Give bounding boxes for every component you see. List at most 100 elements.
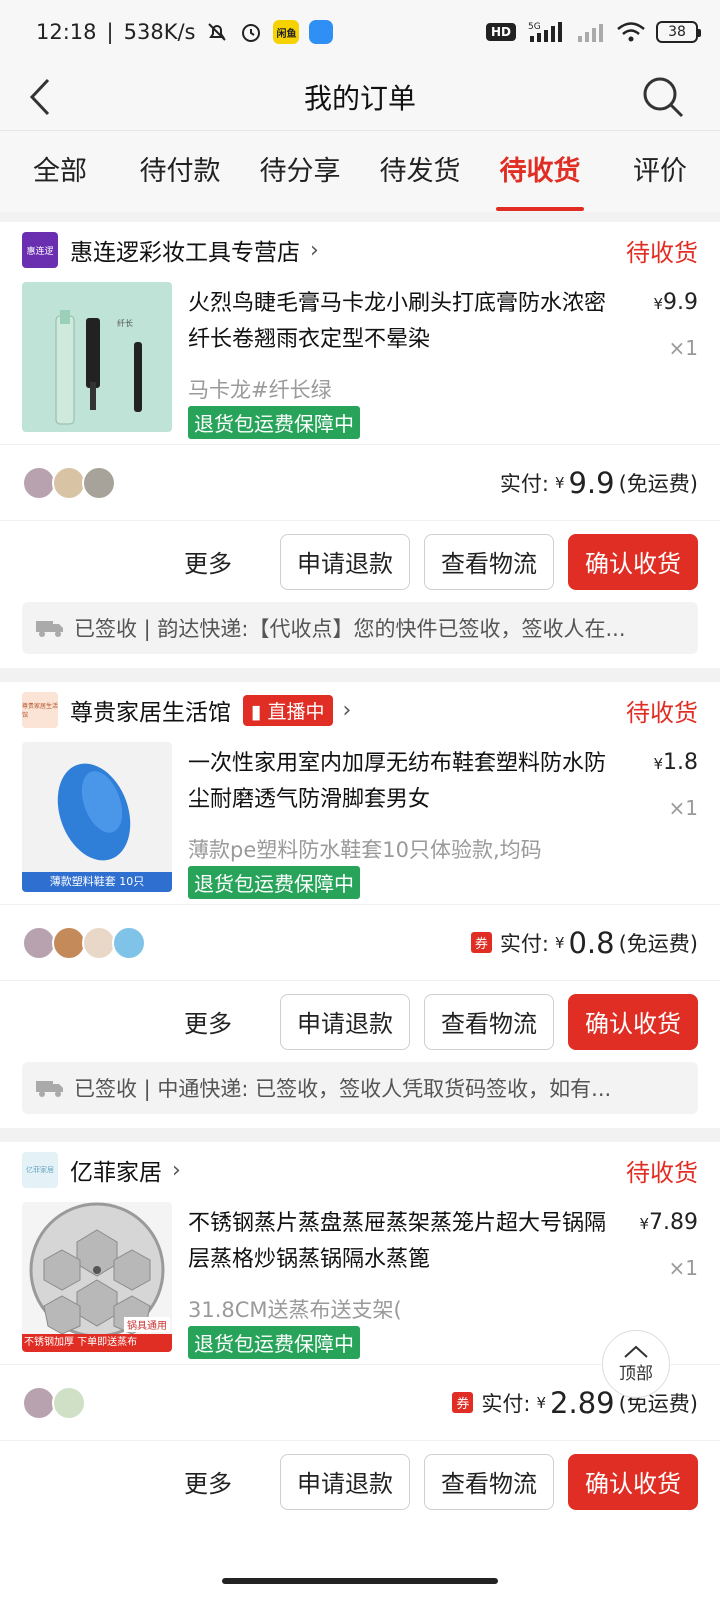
- refund-button[interactable]: 申请退款: [280, 1453, 410, 1510]
- shop-logo: 惠连逻: [22, 232, 58, 268]
- tab-pending-receipt[interactable]: 待收货: [480, 131, 600, 213]
- order-status: 待收货: [626, 1158, 698, 1187]
- product-price: ¥9.9: [653, 290, 698, 315]
- signal-2-icon: [576, 20, 606, 44]
- product-title[interactable]: 火烈鸟睫毛膏马卡龙小刷头打底膏防水浓密纤长卷翘雨衣定型不晕染: [188, 286, 608, 358]
- product-quantity: ×1: [668, 1256, 698, 1280]
- refund-button[interactable]: 申请退款: [280, 533, 410, 590]
- chevron-right-icon: ›: [172, 1157, 181, 1183]
- shop-row[interactable]: 尊贵家居生活馆 尊贵家居生活馆 ▮ 直播中 › 待收货: [0, 682, 720, 738]
- truck-icon: [36, 621, 63, 637]
- order-tabs: 全部 待付款 待分享 待发货 待收货 评价: [0, 130, 720, 212]
- paid-amount: 实付: ¥ 9.9 (免运费): [499, 465, 698, 500]
- group-avatars: [22, 465, 116, 500]
- product-price: ¥1.8: [653, 750, 698, 775]
- product-spec: 薄款pe塑料防水鞋套10只体验款,均码: [188, 838, 542, 862]
- shop-name[interactable]: 尊贵家居生活馆: [70, 693, 231, 727]
- hd-badge: HD: [485, 23, 516, 41]
- tab-pending-share[interactable]: 待分享: [240, 131, 360, 213]
- more-button[interactable]: 更多: [184, 1004, 232, 1039]
- product-price: ¥7.89: [639, 1210, 698, 1235]
- product-image[interactable]: 纤长: [22, 282, 172, 432]
- shop-logo: 尊贵家居生活馆: [22, 692, 58, 728]
- back-to-top-button[interactable]: 顶部: [602, 1330, 670, 1398]
- tab-pending-shipment[interactable]: 待发货: [360, 131, 480, 213]
- order-status: 待收货: [626, 698, 698, 727]
- chevron-right-icon: ›: [342, 697, 352, 723]
- product-row[interactable]: 纤长 火烈鸟睫毛膏马卡龙小刷头打底膏防水浓密纤长卷翘雨衣定型不晕染 ¥9.9 ×…: [0, 278, 720, 444]
- paid-amount: 券 实付: ¥ 0.8 (免运费): [470, 926, 698, 960]
- chevron-right-icon: ›: [310, 237, 319, 263]
- avatar: [22, 1385, 56, 1420]
- order-card: 惠连逻 惠连逻彩妆工具专营店 › 待收货 纤长 火烈鸟睫毛膏马卡龙小刷头打底膏防…: [0, 222, 720, 668]
- app-icon: [309, 20, 334, 44]
- refund-button[interactable]: 申请退款: [280, 993, 410, 1050]
- return-shipping-badge: 退货包运费保障中: [188, 1326, 360, 1359]
- back-button[interactable]: [24, 74, 64, 120]
- action-row: 更多 申请退款 查看物流 确认收货: [0, 1440, 720, 1522]
- shop-name[interactable]: 惠连逻彩妆工具专营店: [70, 233, 300, 267]
- wifi-icon: [616, 20, 646, 44]
- top-nav: 我的订单: [0, 64, 720, 130]
- product-spec: 马卡龙#纤长绿: [188, 378, 332, 402]
- tab-review[interactable]: 评价: [600, 131, 720, 213]
- order-card: 尊贵家居生活馆 尊贵家居生活馆 ▮ 直播中 › 待收货 薄款塑料鞋套 10只 一…: [0, 682, 720, 1128]
- payment-row: 券 实付: ¥ 0.8 (免运费): [0, 904, 720, 980]
- shop-name[interactable]: 亿菲家居: [70, 1153, 162, 1187]
- payment-row: 实付: ¥ 9.9 (免运费): [0, 444, 720, 520]
- logistics-bar[interactable]: 已签收 | 中通快递: 已签收，签收人凭取货码签收，如有...: [22, 1062, 698, 1114]
- avatar: [52, 925, 86, 960]
- coupon-badge: 券: [452, 1392, 474, 1413]
- group-avatars: [22, 1385, 86, 1420]
- shop-row[interactable]: 惠连逻 惠连逻彩妆工具专营店 › 待收货: [0, 222, 720, 278]
- shop-row[interactable]: 亿菲家居 亿菲家居 › 待收货: [0, 1142, 720, 1198]
- track-logistics-button[interactable]: 查看物流: [424, 1453, 554, 1510]
- confirm-receipt-button[interactable]: 确认收货: [568, 993, 698, 1050]
- tab-all[interactable]: 全部: [0, 131, 120, 213]
- order-status: 待收货: [626, 238, 698, 267]
- thumb-caption: 不锈钢加厚 下单即送蒸布: [24, 1337, 138, 1348]
- logistics-text: 已签收 | 韵达快递:【代收点】您的快件已签收，签收人在...: [74, 617, 626, 641]
- clock: 12:18: [36, 20, 97, 44]
- avatar: [112, 925, 146, 960]
- return-shipping-badge: 退货包运费保障中: [188, 866, 360, 899]
- chevron-up-icon: [624, 1345, 648, 1358]
- more-button[interactable]: 更多: [184, 544, 232, 579]
- logistics-bar[interactable]: 已签收 | 韵达快递:【代收点】您的快件已签收，签收人在...: [22, 602, 698, 654]
- home-indicator[interactable]: [222, 1578, 498, 1584]
- action-row: 更多 申请退款 查看物流 确认收货: [0, 980, 720, 1062]
- product-title[interactable]: 不锈钢蒸片蒸盘蒸屉蒸架蒸笼片超大号锅隔层蒸格炒锅蒸锅隔水蒸篦: [188, 1206, 608, 1278]
- product-title[interactable]: 一次性家用室内加厚无纺布鞋套塑料防水防尘耐磨透气防滑脚套男女: [188, 746, 608, 818]
- tab-pending-payment[interactable]: 待付款: [120, 131, 240, 213]
- signal-icon: 5G: [526, 20, 566, 44]
- xianyu-app-icon: 闲鱼: [273, 20, 300, 44]
- coupon-badge: 券: [470, 932, 492, 953]
- avatar: [22, 925, 56, 960]
- track-logistics-button[interactable]: 查看物流: [424, 533, 554, 590]
- page-title: 我的订单: [303, 82, 416, 115]
- confirm-receipt-button[interactable]: 确认收货: [568, 1453, 698, 1510]
- svg-text:纤长: 纤长: [117, 318, 133, 328]
- mute-icon: [205, 20, 229, 44]
- network-speed: 538K/s: [123, 20, 196, 44]
- battery-indicator: 38: [656, 21, 701, 43]
- logistics-text: 已签收 | 中通快递: 已签收，签收人凭取货码签收，如有...: [74, 1077, 612, 1101]
- truck-icon: [36, 1081, 63, 1097]
- product-image[interactable]: 不锈钢加厚 下单即送蒸布 锅具通用: [22, 1202, 172, 1352]
- avatar: [82, 925, 116, 960]
- confirm-receipt-button[interactable]: 确认收货: [568, 533, 698, 590]
- search-button[interactable]: [640, 74, 686, 120]
- avatar: [82, 465, 116, 500]
- avatar: [22, 465, 56, 500]
- product-image[interactable]: 薄款塑料鞋套 10只: [22, 742, 172, 892]
- return-shipping-badge: 退货包运费保障中: [188, 406, 360, 439]
- more-button[interactable]: 更多: [184, 1464, 232, 1499]
- track-logistics-button[interactable]: 查看物流: [424, 993, 554, 1050]
- product-row[interactable]: 薄款塑料鞋套 10只 一次性家用室内加厚无纺布鞋套塑料防水防尘耐磨透气防滑脚套男…: [0, 738, 720, 904]
- avatar: [52, 1385, 86, 1420]
- live-badge[interactable]: ▮ 直播中: [243, 694, 333, 726]
- search-icon: [643, 77, 684, 118]
- product-spec: 31.8CM送蒸布送支架(: [188, 1298, 402, 1322]
- thumb-caption: 薄款塑料鞋套 10只: [49, 875, 145, 888]
- action-row: 更多 申请退款 查看物流 确认收货: [0, 520, 720, 602]
